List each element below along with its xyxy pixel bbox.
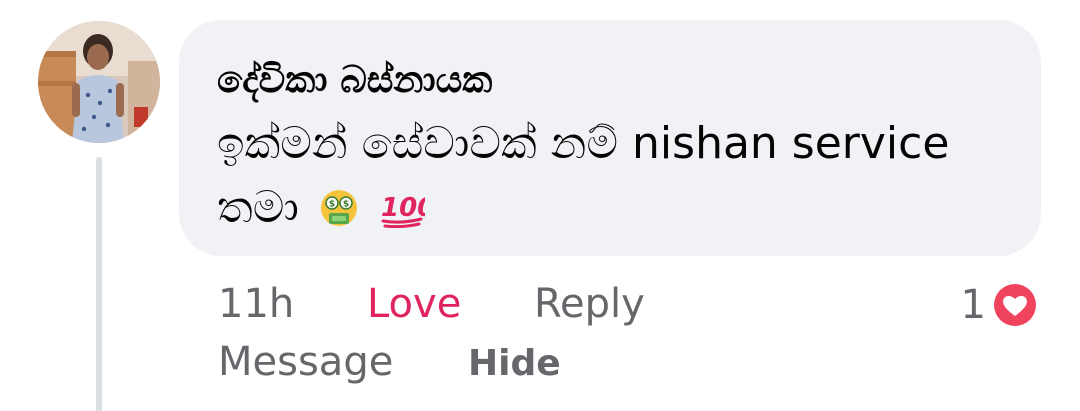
avatar[interactable]: [38, 21, 160, 143]
love-reaction-icon: [990, 280, 1040, 330]
hide-button[interactable]: Hide: [468, 338, 561, 390]
reaction-summary[interactable]: 1: [961, 280, 1040, 330]
reply-button[interactable]: Reply: [534, 278, 645, 330]
thread-line: [96, 157, 102, 411]
comment-author[interactable]: දේවිකා බස්නායක: [217, 56, 1011, 104]
love-button[interactable]: Love: [367, 278, 461, 330]
comment-actions-secondary: Message Hide: [218, 336, 561, 388]
hundred-points-icon: 100: [379, 188, 425, 228]
avatar-photo: [38, 21, 160, 143]
comment-bubble: දේවිකා බස්නායක ඉක්මන් සේවාවක් නම් nishan…: [179, 20, 1041, 256]
comment-text-container: ඉක්මන් සේවාවක් නම් nishan service තමා $ …: [217, 112, 977, 240]
reaction-count: 1: [960, 282, 986, 328]
comment-actions: 11h Love Reply: [218, 278, 645, 330]
svg-text:$: $: [329, 200, 335, 210]
money-mouth-face-icon: $ $: [319, 188, 359, 228]
message-button[interactable]: Message: [218, 336, 393, 388]
comment: දේවිකා බස්නායක ඉක්මන් සේවාවක් නම් nishan…: [0, 0, 1080, 411]
comment-timestamp[interactable]: 11h: [218, 278, 294, 330]
svg-text:$: $: [343, 200, 349, 210]
